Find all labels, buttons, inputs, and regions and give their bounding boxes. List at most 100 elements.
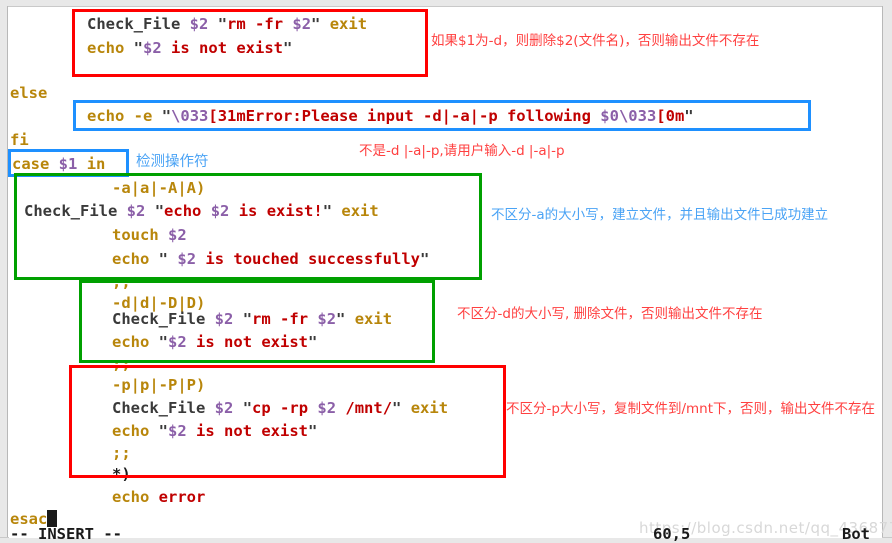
token-string: is exist!	[229, 202, 323, 220]
token-function: Check_File	[112, 310, 206, 328]
token-quote: "	[336, 310, 346, 328]
token-quote: "	[158, 333, 169, 351]
code-line-fi: fi	[10, 128, 29, 153]
window-scrollbar[interactable]	[882, 6, 892, 543]
token-quote: "	[242, 399, 253, 417]
code-line-pattern-p: -p|p|-P|P)	[112, 376, 206, 394]
token-keyword: in	[86, 155, 106, 173]
token-string: [0m	[656, 107, 685, 125]
code-text-area[interactable]: Check_File $2 "rm -fr $2" exit echo "$2 …	[8, 7, 892, 543]
code-line-case: case $1 in	[12, 152, 105, 177]
code-line-check-file-rm-2: Check_File $2 "rm -fr $2" exit	[112, 307, 392, 332]
token-keyword: echo	[87, 39, 125, 57]
token-string: is not exist	[171, 39, 284, 57]
token-variable: $2	[126, 202, 146, 220]
token-quote: "	[154, 202, 165, 220]
token-quote: "	[311, 15, 321, 33]
token-variable: $2	[168, 333, 187, 351]
code-line-check-file-rm: Check_File $2 "rm -fr $2" exit	[87, 12, 367, 37]
token-variable: $2	[168, 422, 187, 440]
token-quote: "	[308, 333, 318, 351]
token-function: Check_File	[87, 15, 181, 33]
token-variable: $2	[292, 15, 312, 33]
code-line-touch: touch $2	[112, 223, 187, 248]
token-keyword: exit	[354, 310, 393, 328]
token-variable: $2	[168, 226, 187, 244]
code-line-else: else	[10, 81, 47, 106]
code-line-echo-error: echo -e "\033[31mError:Please input -d|-…	[87, 104, 694, 129]
token-variable: $0	[600, 107, 619, 125]
token-variable: $2	[189, 15, 209, 33]
code-line-pattern-default: *)	[112, 465, 131, 483]
token-variable: $2	[317, 399, 337, 417]
token-variable: $2	[177, 250, 197, 268]
note-case-d: 不区分-d的大小写, 删除文件，否则输出文件不存在	[457, 306, 763, 322]
token-keyword: echo	[112, 250, 150, 268]
token-quote: "	[283, 39, 293, 57]
code-line-echo-not-exist-1: echo "$2 is not exist"	[87, 36, 292, 61]
token-keyword: echo	[112, 488, 150, 506]
token-quote: "	[684, 107, 694, 125]
token-string: error	[158, 488, 206, 506]
note-detect-operator: 检测操作符	[136, 154, 209, 170]
token-escape: \033	[618, 107, 657, 125]
token-string: is touched successfully	[196, 250, 420, 268]
token-keyword: echo	[112, 333, 150, 351]
token-escape: \033	[171, 107, 209, 125]
token-function: Check_File	[24, 202, 118, 220]
cursor-position-indicator: 60,5	[653, 525, 691, 543]
token-quote: "	[217, 15, 228, 33]
code-line-echo-not-exist-2: echo "$2 is not exist"	[112, 330, 317, 355]
code-line-check-file-exist: Check_File $2 "echo $2 is exist!" exit	[24, 199, 379, 224]
code-line-pattern-a: -a|a|-A|A)	[112, 179, 206, 197]
code-line-echo-not-exist-3: echo "$2 is not exist"	[112, 419, 317, 444]
token-quote: "	[392, 399, 402, 417]
token-string: rm -fr	[227, 15, 293, 33]
token-variable: $2	[317, 310, 337, 328]
token-string: echo	[164, 202, 211, 220]
token-string: is not exist	[196, 422, 309, 440]
token-string: [31mError:Please input -d|-a|-p followin…	[208, 107, 601, 125]
token-string: cp -rp	[252, 399, 318, 417]
token-keyword: exit	[410, 399, 449, 417]
token-flag: -e	[133, 107, 153, 125]
token-string: is not exist	[196, 333, 309, 351]
note-delete-file: 如果$1为-d，则删除$2(文件名)，否则输出文件不存在	[431, 33, 760, 49]
note-case-a: 不区分-a的大小写，建立文件，并且输出文件已成功建立	[491, 207, 829, 223]
token-variable: $2	[214, 399, 234, 417]
token-quote: "	[420, 250, 430, 268]
token-string	[168, 250, 177, 268]
token-function: Check_File	[112, 399, 206, 417]
vim-mode-indicator: -- INSERT --	[10, 525, 122, 543]
token-keyword: exit	[341, 202, 379, 220]
token-keyword: case	[12, 155, 50, 173]
token-variable: $2	[210, 202, 230, 220]
token-keyword: echo	[112, 422, 150, 440]
token-quote: "	[242, 310, 253, 328]
token-keyword: else	[10, 84, 48, 102]
token-keyword: fi	[10, 131, 29, 149]
token-quote: "	[308, 422, 318, 440]
token-variable: $1	[58, 155, 78, 173]
token-quote: "	[133, 39, 144, 57]
token-quote: "	[158, 250, 169, 268]
